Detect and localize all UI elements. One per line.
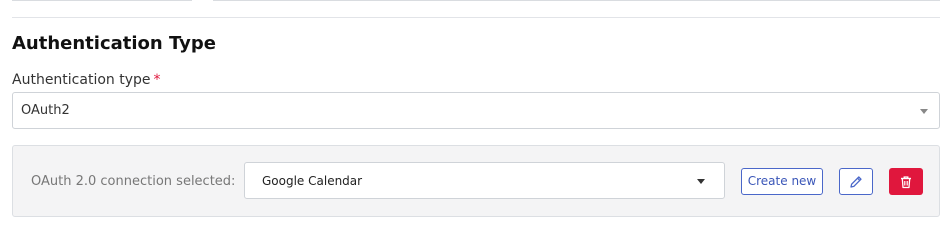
connection-label: OAuth 2.0 connection selected: [31,174,236,189]
auth-type-label: Authentication type * [12,72,161,88]
oauth-connection-box: OAuth 2.0 connection selected: Google Ca… [12,145,940,217]
previous-field-edge [213,0,940,1]
delete-connection-button[interactable] [889,168,923,195]
auth-type-label-text: Authentication type [12,72,151,88]
auth-settings-panel: Authentication Type Authentication type *… [0,0,946,249]
edit-connection-button[interactable] [839,168,873,195]
required-marker: * [153,72,161,88]
create-new-button[interactable]: Create new [741,168,823,195]
trash-icon [899,175,913,189]
pencil-icon [848,174,864,190]
chevron-down-icon [697,179,705,184]
section-divider [12,17,940,18]
chevron-down-icon [920,109,928,114]
connection-value: Google Calendar [262,174,363,188]
auth-type-value: OAuth2 [21,103,70,118]
connection-select[interactable]: Google Calendar [244,162,725,199]
auth-type-select[interactable]: OAuth2 [12,92,940,129]
previous-field-edge [12,0,192,1]
section-title: Authentication Type [12,33,216,54]
